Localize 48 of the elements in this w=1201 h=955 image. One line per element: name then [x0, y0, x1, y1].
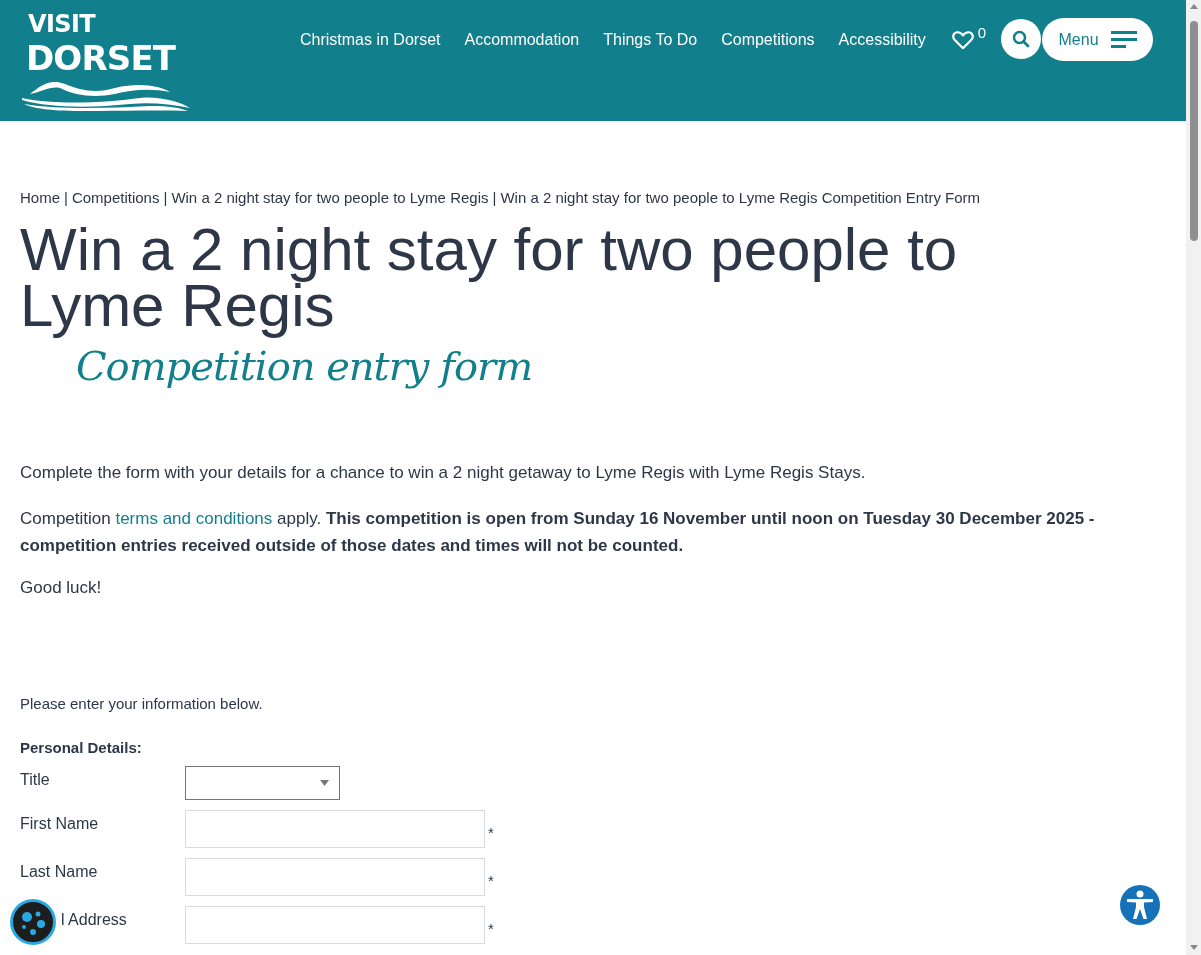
nav-link[interactable]: Things To Do — [603, 28, 698, 52]
heart-icon — [951, 30, 974, 50]
accessibility-icon — [1126, 890, 1154, 920]
intro-text: Complete the form with your details for a chance to win a 2 night getaway to Lyme Regis with Lyme Regis Stays. — [20, 461, 867, 484]
required-mark: * — [488, 822, 494, 843]
breadcrumb-link[interactable]: Competitions — [71, 187, 160, 210]
logo[interactable]: VISIT DORSET — [20, 10, 190, 112]
breadcrumb-link[interactable]: Home — [20, 187, 60, 210]
nav-link[interactable]: Accommodation — [464, 28, 580, 52]
page-subtitle: Competition entry form — [76, 341, 534, 391]
logo-text: DORSET — [26, 38, 176, 78]
scroll-up-icon — [1189, 4, 1198, 9]
breadcrumb-separator: | — [163, 188, 168, 208]
menu-button[interactable]: Menu — [1042, 18, 1154, 61]
logo-text: VISIT — [28, 10, 96, 38]
scrollbar[interactable] — [1186, 0, 1201, 955]
accessibility-button[interactable] — [1120, 885, 1160, 925]
field-label: Title — [20, 769, 51, 790]
breadcrumb-separator: | — [64, 188, 68, 208]
good-luck-text: Good luck! — [20, 577, 103, 599]
breadcrumb-link[interactable]: Win a 2 night stay for two people to Lyme Regis — [171, 187, 489, 210]
menu-icon — [1110, 30, 1137, 49]
breadcrumb-link[interactable]: Win a 2 night stay for two people to Lyme Regis Competition Entry Form — [500, 187, 981, 210]
scroll-down-icon — [1189, 945, 1198, 950]
scrollbar-thumb[interactable] — [1189, 21, 1198, 241]
nav-link[interactable]: Accessibility — [838, 28, 926, 52]
search-icon — [1012, 30, 1031, 48]
text-field[interactable] — [185, 809, 485, 848]
text-field[interactable] — [185, 905, 485, 944]
required-mark: * — [488, 918, 494, 939]
terms-link[interactable]: terms and conditions — [115, 509, 273, 528]
required-mark: * — [488, 870, 494, 891]
field-label: l Address — [61, 909, 128, 930]
field-label: Last Name — [20, 861, 99, 882]
title-select[interactable] — [185, 765, 340, 800]
terms-paragraph: Competition terms and conditions apply. This competition is open from Sunday 16 November until noon on Tuesday 30 December 2025 - competition entries received outside of those dates and times will not be counted. — [20, 508, 1096, 557]
favourites-button[interactable]: 0 — [951, 26, 987, 50]
section-heading: Personal Details: — [20, 738, 143, 758]
text-field[interactable] — [185, 857, 485, 896]
nav-link[interactable]: Competitions — [721, 28, 815, 52]
caret-icon — [320, 779, 329, 786]
nav-link[interactable]: Christmas in Dorset — [300, 28, 441, 52]
cookie-settings-button[interactable] — [10, 899, 56, 945]
field-label: First Name — [20, 813, 100, 834]
search-button[interactable] — [1001, 19, 1042, 59]
favourites-count: 0 — [977, 23, 987, 43]
form-instructions: Please enter your information below. — [20, 693, 264, 714]
breadcrumb-separator: | — [492, 188, 497, 208]
